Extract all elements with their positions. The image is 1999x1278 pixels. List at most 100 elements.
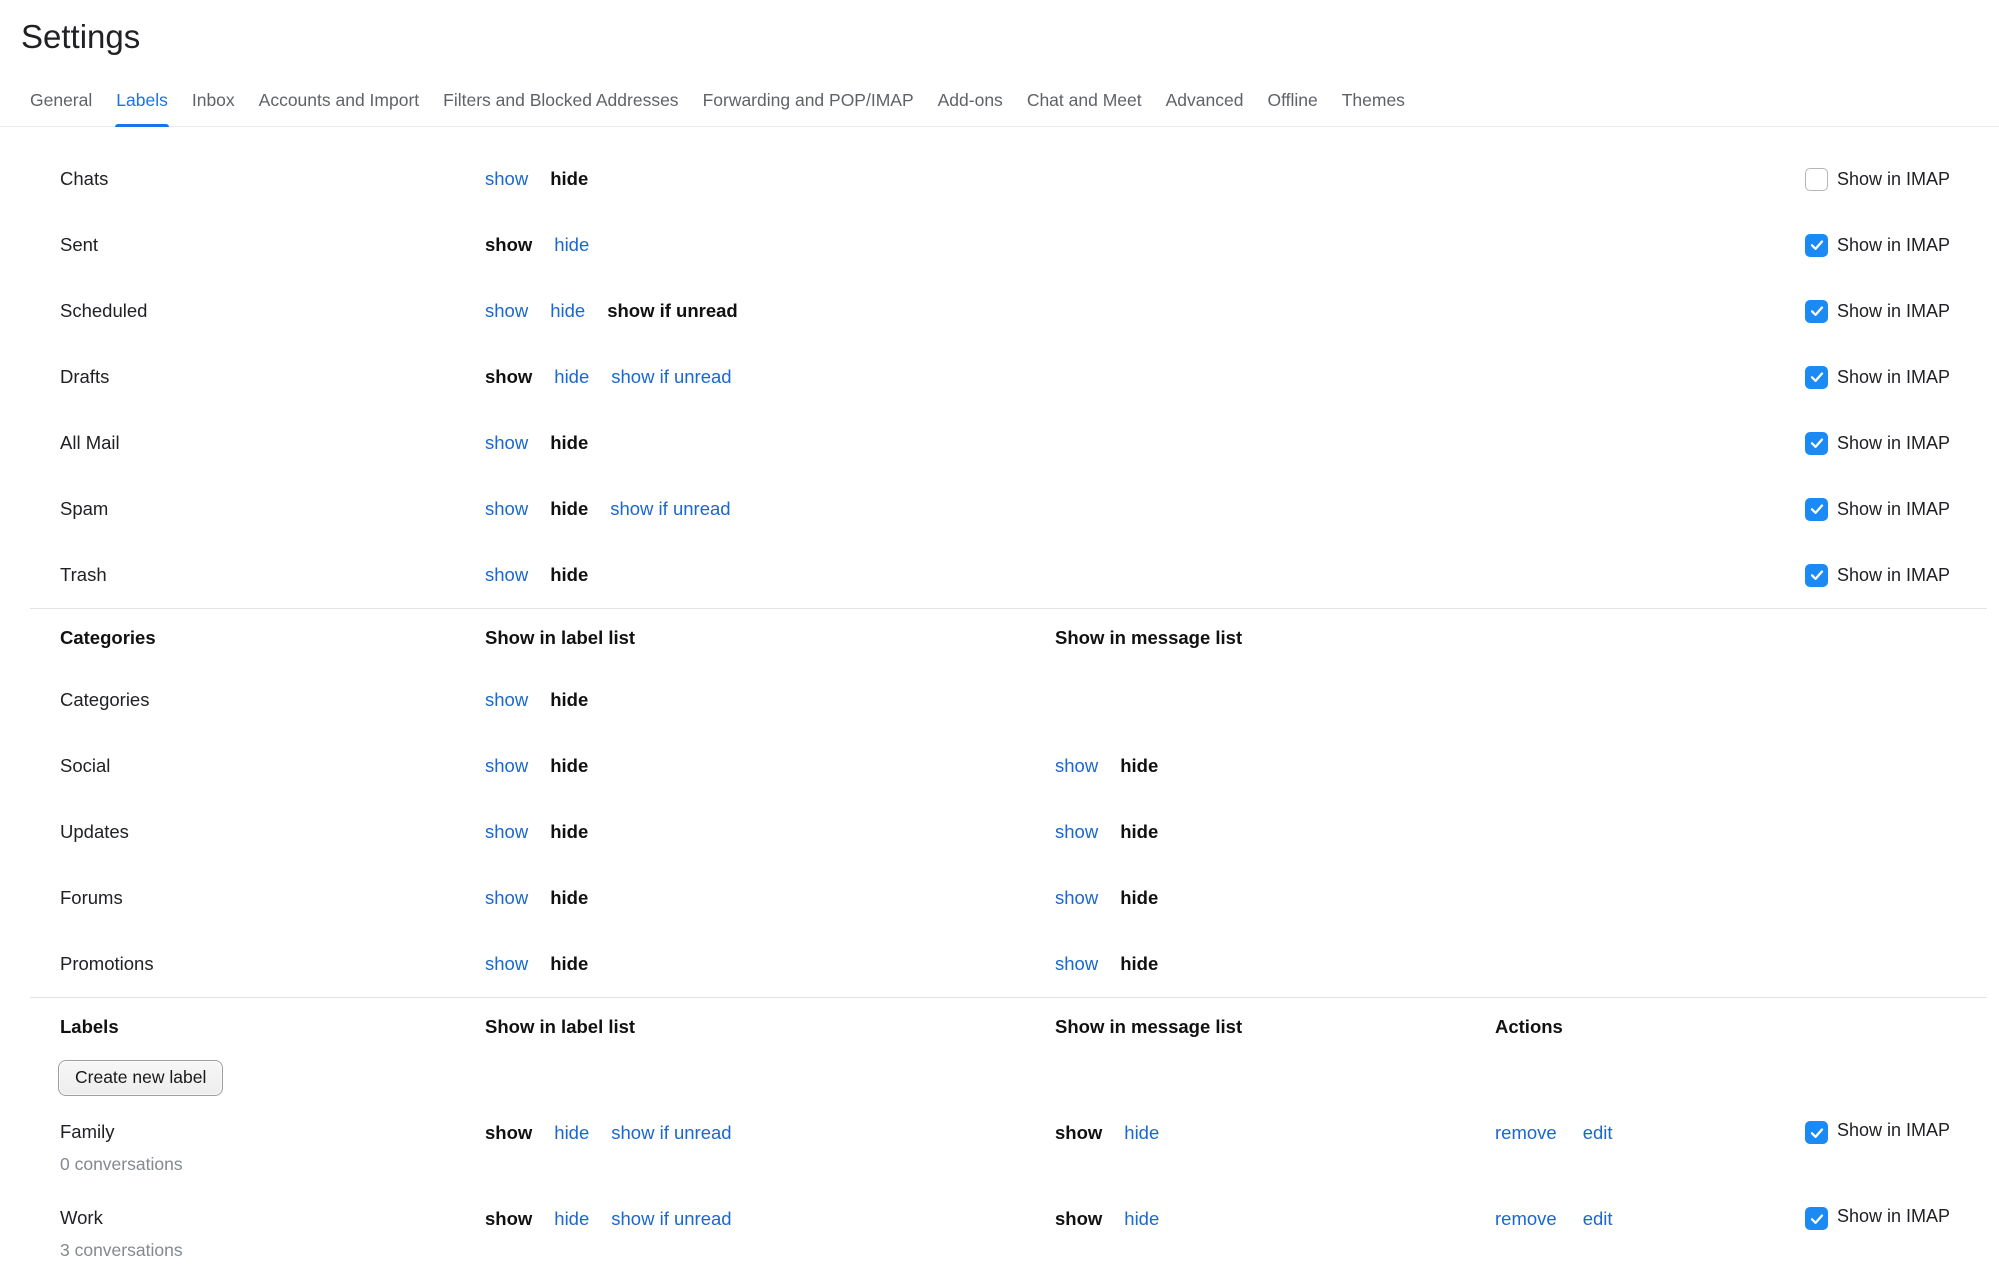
chats-show-in-imap-checkbox[interactable] (1805, 168, 1828, 191)
scheduled-option-hide[interactable]: hide (550, 300, 585, 322)
labels-header-title: Labels (60, 1016, 485, 1038)
drafts-option-hide[interactable]: hide (554, 366, 589, 388)
label-row-categories: Categoriesshow hide (0, 667, 1999, 733)
drafts-option-show-if-unread[interactable]: show if unread (611, 366, 731, 388)
sent-option-hide[interactable]: hide (554, 234, 589, 256)
spam-option-show[interactable]: show (485, 498, 528, 520)
social-option-hide: hide (1120, 755, 1158, 777)
show-in-imap-label: Show in IMAP (1837, 299, 1950, 323)
social-option-show[interactable]: show (485, 755, 528, 777)
promotions-option-hide: hide (550, 953, 588, 975)
tab-themes[interactable]: Themes (1341, 82, 1406, 126)
spam-show-in-imap-checkbox[interactable] (1805, 498, 1828, 521)
tab-labels[interactable]: Labels (115, 82, 169, 126)
promotions-name-cell: Promotions (60, 950, 485, 978)
tab-advanced[interactable]: Advanced (1165, 82, 1245, 126)
forums-option-show[interactable]: show (1055, 887, 1098, 909)
drafts-show-in-imap-checkbox[interactable] (1805, 366, 1828, 389)
labels-section-header: LabelsShow in label listShow in message … (0, 998, 1999, 1056)
categories-option-show[interactable]: show (485, 689, 528, 711)
updates-label-list-options: showhide (485, 821, 1055, 843)
updates-option-show[interactable]: show (1055, 821, 1098, 843)
label-row-promotions: Promotionsshowhideshowhide (0, 931, 1999, 997)
show-in-message-list-header: Show in message list (1055, 627, 1495, 649)
create-label-row: Create new label (0, 1056, 1999, 1106)
work-option-show-if-unread[interactable]: show if unread (611, 1204, 731, 1234)
work-option-hide[interactable]: hide (1124, 1204, 1159, 1234)
chats-option-hide: hide (550, 168, 588, 190)
all-mail-option-show[interactable]: show (485, 432, 528, 454)
work-option-show: show (1055, 1204, 1102, 1234)
scheduled-option-show[interactable]: show (485, 300, 528, 322)
family-option-hide[interactable]: hide (554, 1118, 589, 1148)
sent-show-in-imap-checkbox[interactable] (1805, 234, 1828, 257)
trash-show-in-imap-checkbox[interactable] (1805, 564, 1828, 587)
trash-option-hide: hide (550, 564, 588, 586)
check-icon (1809, 567, 1825, 583)
all-mail-imap-cell: Show in IMAP (1805, 431, 1999, 455)
work-name-cell: Work3 conversations (60, 1204, 485, 1264)
tab-add-ons[interactable]: Add-ons (937, 82, 1004, 126)
work-label-list-options: show hide show if unread (485, 1204, 1055, 1234)
categories-section-header: CategoriesShow in label listShow in mess… (0, 609, 1999, 667)
social-option-show[interactable]: show (1055, 755, 1098, 777)
tab-filters-and-blocked-addresses[interactable]: Filters and Blocked Addresses (442, 82, 679, 126)
tab-accounts-and-import[interactable]: Accounts and Import (258, 82, 421, 126)
show-in-imap-label: Show in IMAP (1837, 1118, 1950, 1142)
spam-label-name: Spam (60, 495, 485, 523)
trash-label-name: Trash (60, 561, 485, 589)
label-row-social: Socialshowhideshowhide (0, 733, 1999, 799)
forums-option-hide: hide (1120, 887, 1158, 909)
categories-option-hide: hide (550, 689, 588, 711)
show-in-label-list-header: Show in label list (485, 627, 1055, 649)
updates-label-name: Updates (60, 818, 485, 846)
scheduled-name-cell: Scheduled (60, 297, 485, 325)
work-option-hide[interactable]: hide (554, 1204, 589, 1234)
forums-name-cell: Forums (60, 884, 485, 912)
trash-option-show[interactable]: show (485, 564, 528, 586)
tab-general[interactable]: General (29, 82, 93, 126)
all-mail-option-hide: hide (550, 432, 588, 454)
forums-option-show[interactable]: show (485, 887, 528, 909)
check-icon (1809, 369, 1825, 385)
family-show-in-imap-checkbox[interactable] (1805, 1121, 1828, 1144)
tab-chat-and-meet[interactable]: Chat and Meet (1026, 82, 1143, 126)
spam-option-show-if-unread[interactable]: show if unread (610, 498, 730, 520)
family-message-list-options: showhide (1055, 1118, 1495, 1148)
all-mail-show-in-imap-checkbox[interactable] (1805, 432, 1828, 455)
categories-name-cell: Categories (60, 686, 485, 714)
promotions-option-show[interactable]: show (485, 953, 528, 975)
scheduled-label-list-options: showhideshow if unread (485, 300, 1055, 322)
settings-content: ChatsshowhideShow in IMAPSentshowhideSho… (0, 127, 1999, 1278)
work-show-in-imap-checkbox[interactable] (1805, 1207, 1828, 1230)
label-row-family: Family0 conversations showhide show if unr… (0, 1106, 1999, 1192)
work-edit-link[interactable]: edit (1583, 1204, 1613, 1234)
promotions-option-hide: hide (1120, 953, 1158, 975)
social-message-list-options: show hide (1055, 755, 1495, 777)
updates-option-show[interactable]: show (485, 821, 528, 843)
label-row-spam: Spamshowhideshow if unreadShow in IMAP (0, 476, 1999, 542)
drafts-label-name: Drafts (60, 363, 485, 391)
trash-name-cell: Trash (60, 561, 485, 589)
family-remove-link[interactable]: remove (1495, 1118, 1557, 1148)
all-mail-name-cell: All Mail (60, 429, 485, 457)
family-option-show-if-unread[interactable]: show if unread (611, 1118, 731, 1148)
scheduled-show-in-imap-checkbox[interactable] (1805, 300, 1828, 323)
work-remove-link[interactable]: remove (1495, 1204, 1557, 1234)
tab-inbox[interactable]: Inbox (191, 82, 236, 126)
promotions-option-show[interactable]: show (1055, 953, 1098, 975)
scheduled-imap-cell: Show in IMAP (1805, 299, 1999, 323)
check-icon (1809, 1125, 1825, 1141)
label-row-updates: Updatesshowhideshowhide (0, 799, 1999, 865)
updates-name-cell: Updates (60, 818, 485, 846)
family-name-cell: Family0 conversations (60, 1118, 485, 1178)
actions-header: Actions (1495, 1016, 1805, 1038)
family-option-hide[interactable]: hide (1124, 1118, 1159, 1148)
tab-forwarding-and-pop-imap[interactable]: Forwarding and POP/IMAP (702, 82, 915, 126)
label-row-scheduled: Scheduledshowhideshow if unreadShow in I… (0, 278, 1999, 344)
create-new-label-button[interactable]: Create new label (58, 1060, 223, 1096)
family-edit-link[interactable]: edit (1583, 1118, 1613, 1148)
tab-offline[interactable]: Offline (1266, 82, 1318, 126)
chats-option-show[interactable]: show (485, 168, 528, 190)
work-option-show: show (485, 1204, 532, 1234)
